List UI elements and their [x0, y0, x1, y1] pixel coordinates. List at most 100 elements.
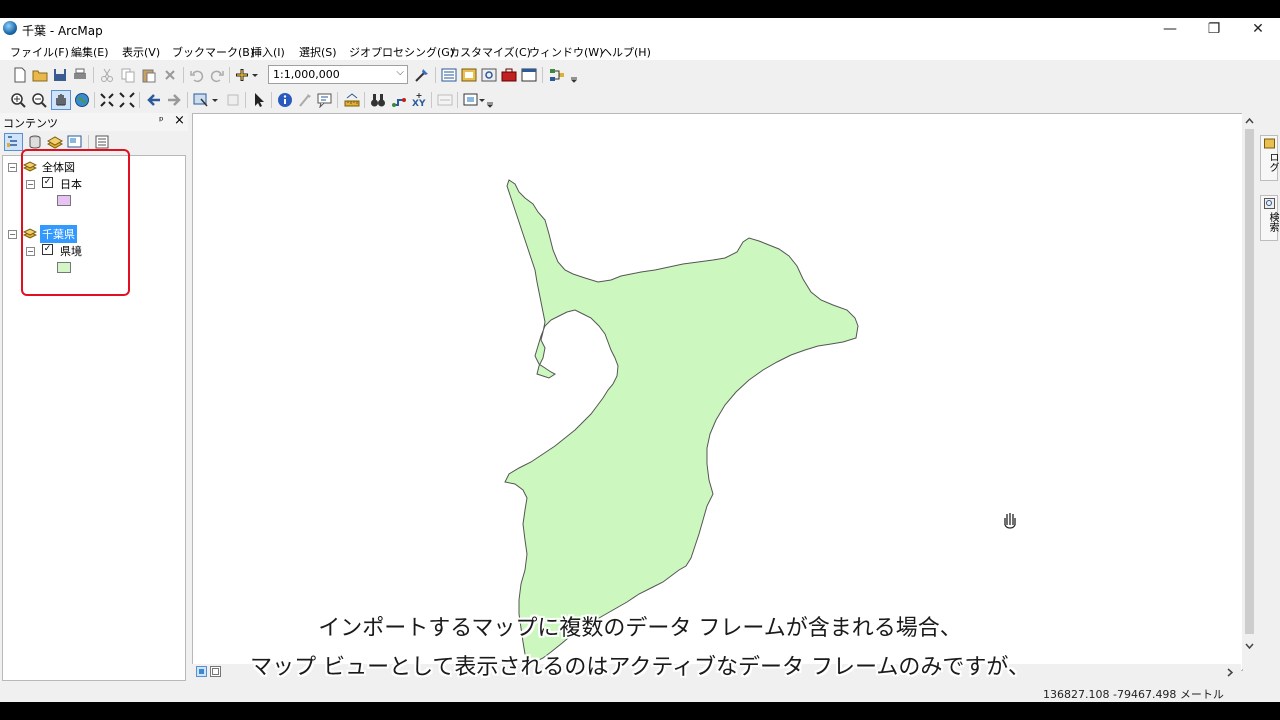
menu-view[interactable]: 表示(V) [122, 44, 160, 60]
title-bar: 千葉 - ArcMap — ❐ ✕ [0, 18, 1280, 40]
search-window-icon[interactable] [481, 67, 497, 83]
menu-help[interactable]: ヘルプ(H) [601, 44, 651, 60]
menu-window[interactable]: ウィンドウ(W) [529, 44, 603, 60]
toolbar-separator [94, 92, 95, 108]
toolbar-separator [431, 92, 432, 108]
catalog-window-icon[interactable] [461, 67, 477, 83]
zoom-in-icon[interactable] [10, 92, 26, 108]
arcmap-window: 千葉 - ArcMap — ❐ ✕ ファイル(F) 編集(E) 表示(V) ブッ… [0, 18, 1280, 702]
arctoolbox-icon[interactable] [501, 67, 517, 83]
map-scale-value: 1:1,000,000 [273, 68, 340, 81]
list-by-drawing-order-icon[interactable] [4, 133, 23, 151]
menu-insert[interactable]: 挿入(I) [251, 44, 285, 60]
fixed-zoom-out-icon[interactable] [119, 92, 135, 108]
full-extent-globe-icon[interactable] [74, 92, 90, 108]
copy-icon[interactable] [120, 67, 136, 83]
zoom-out-icon[interactable] [31, 92, 47, 108]
add-data-icon[interactable] [235, 67, 259, 83]
table-of-contents-icon[interactable] [441, 67, 457, 83]
paste-icon[interactable] [141, 67, 157, 83]
frame-expander[interactable]: − [8, 230, 17, 239]
standard-toolbar: 1:1,000,000 ⌵ [0, 63, 1280, 87]
frame-expander[interactable]: − [8, 163, 17, 172]
search-tab-label: 検索 [1267, 212, 1278, 232]
fixed-zoom-in-icon[interactable] [99, 92, 115, 108]
annotation-highlight-box [21, 149, 130, 296]
chiba-prefecture-map-svg [504, 179, 859, 663]
list-by-visibility-icon[interactable] [47, 134, 63, 150]
right-dock: カタログ 検索 [1259, 113, 1280, 681]
search-tab[interactable]: 検索 [1260, 195, 1278, 241]
select-features-icon[interactable] [193, 92, 219, 108]
menu-customize[interactable]: カスタマイズ(C) [449, 44, 531, 60]
catalog-tab[interactable]: カタログ [1260, 135, 1278, 181]
coordinate-readout: 136827.108 -79467.498 メートル [1043, 688, 1224, 701]
new-document-icon[interactable] [12, 67, 28, 83]
cut-icon[interactable] [99, 67, 115, 83]
toolbar-separator [271, 92, 272, 108]
pan-hand-icon[interactable] [51, 90, 71, 110]
toolbar-separator [93, 67, 94, 83]
list-by-source-icon[interactable] [27, 134, 43, 150]
menu-bookmarks[interactable]: ブックマーク(B) [172, 44, 254, 60]
toolbar-separator [245, 92, 246, 108]
window-title: 千葉 - ArcMap [22, 24, 103, 38]
open-folder-icon[interactable] [32, 67, 48, 83]
back-arrow-icon[interactable] [146, 92, 162, 108]
toolbar-separator [457, 92, 458, 108]
forward-arrow-icon[interactable] [166, 92, 182, 108]
menu-bar: ファイル(F) 編集(E) 表示(V) ブックマーク(B) 挿入(I) 選択(S… [0, 40, 1280, 60]
toolbar-separator [435, 67, 436, 83]
measure-icon[interactable] [344, 92, 360, 108]
toolbar-separator [187, 92, 188, 108]
time-slider-icon[interactable] [437, 92, 453, 108]
status-bar: 136827.108 -79467.498 メートル [0, 682, 1280, 702]
redo-icon[interactable] [209, 67, 225, 83]
undo-icon[interactable] [189, 67, 205, 83]
find-route-icon[interactable] [391, 92, 407, 108]
vertical-scroll-thumb[interactable] [1245, 129, 1254, 634]
subtitle-line-2: マップ ビューとして表示されるのはアクティブなデータ フレームのみですが、 [250, 655, 1030, 680]
identify-icon[interactable] [277, 92, 293, 108]
tools-toolbar-options-icon[interactable] [485, 92, 495, 108]
map-scale-combobox[interactable]: 1:1,000,000 ⌵ [268, 65, 408, 84]
toolbar-separator [364, 92, 365, 108]
editor-toolbar-icon[interactable] [414, 67, 430, 83]
clear-selection-icon[interactable] [225, 92, 241, 108]
chevron-down-icon[interactable]: ⌵ [396, 67, 404, 78]
chiba-prefecture-polygon[interactable] [504, 179, 859, 663]
toolbar-separator [139, 92, 140, 108]
menu-file[interactable]: ファイル(F) [10, 44, 69, 60]
tools-toolbar: XY [0, 88, 1280, 112]
go-to-xy-icon[interactable]: XY [411, 92, 427, 108]
delete-icon[interactable] [162, 67, 178, 83]
menu-selection[interactable]: 選択(S) [299, 44, 337, 60]
hyperlink-icon[interactable] [297, 92, 313, 108]
scroll-up-arrow-icon[interactable] [1245, 117, 1254, 124]
toc-close-button[interactable]: × [174, 113, 185, 128]
modelbuilder-icon[interactable] [549, 67, 565, 83]
toolbar-separator [229, 67, 230, 83]
map-vertical-scrollbar[interactable] [1242, 113, 1257, 669]
minimize-button[interactable]: — [1148, 18, 1192, 40]
toolbar-separator [542, 67, 543, 83]
toc-options-icon[interactable] [94, 134, 110, 150]
html-popup-icon[interactable] [317, 92, 333, 108]
map-display[interactable] [192, 113, 1243, 671]
auto-hide-pin-icon[interactable]: ᵖ [159, 114, 164, 127]
catalog-tab-label: カタログ [1267, 152, 1278, 172]
find-binoculars-icon[interactable] [370, 92, 386, 108]
python-window-icon[interactable] [521, 67, 537, 83]
svg-text:XY: XY [412, 99, 426, 108]
print-icon[interactable] [72, 67, 88, 83]
menu-geoprocessing[interactable]: ジオプロセシング(G) [349, 44, 454, 60]
create-viewer-window-icon[interactable] [463, 92, 485, 108]
restore-button[interactable]: ❐ [1192, 18, 1236, 40]
select-elements-arrow-icon[interactable] [251, 92, 267, 108]
list-by-selection-icon[interactable] [67, 134, 83, 150]
save-icon[interactable] [52, 67, 68, 83]
close-button[interactable]: ✕ [1236, 18, 1280, 40]
menu-edit[interactable]: 編集(E) [71, 44, 109, 60]
toolbar-options-icon[interactable] [569, 67, 579, 83]
subtitle-line-1: インポートするマップに複数のデータ フレームが含まれる場合、 [318, 616, 962, 641]
